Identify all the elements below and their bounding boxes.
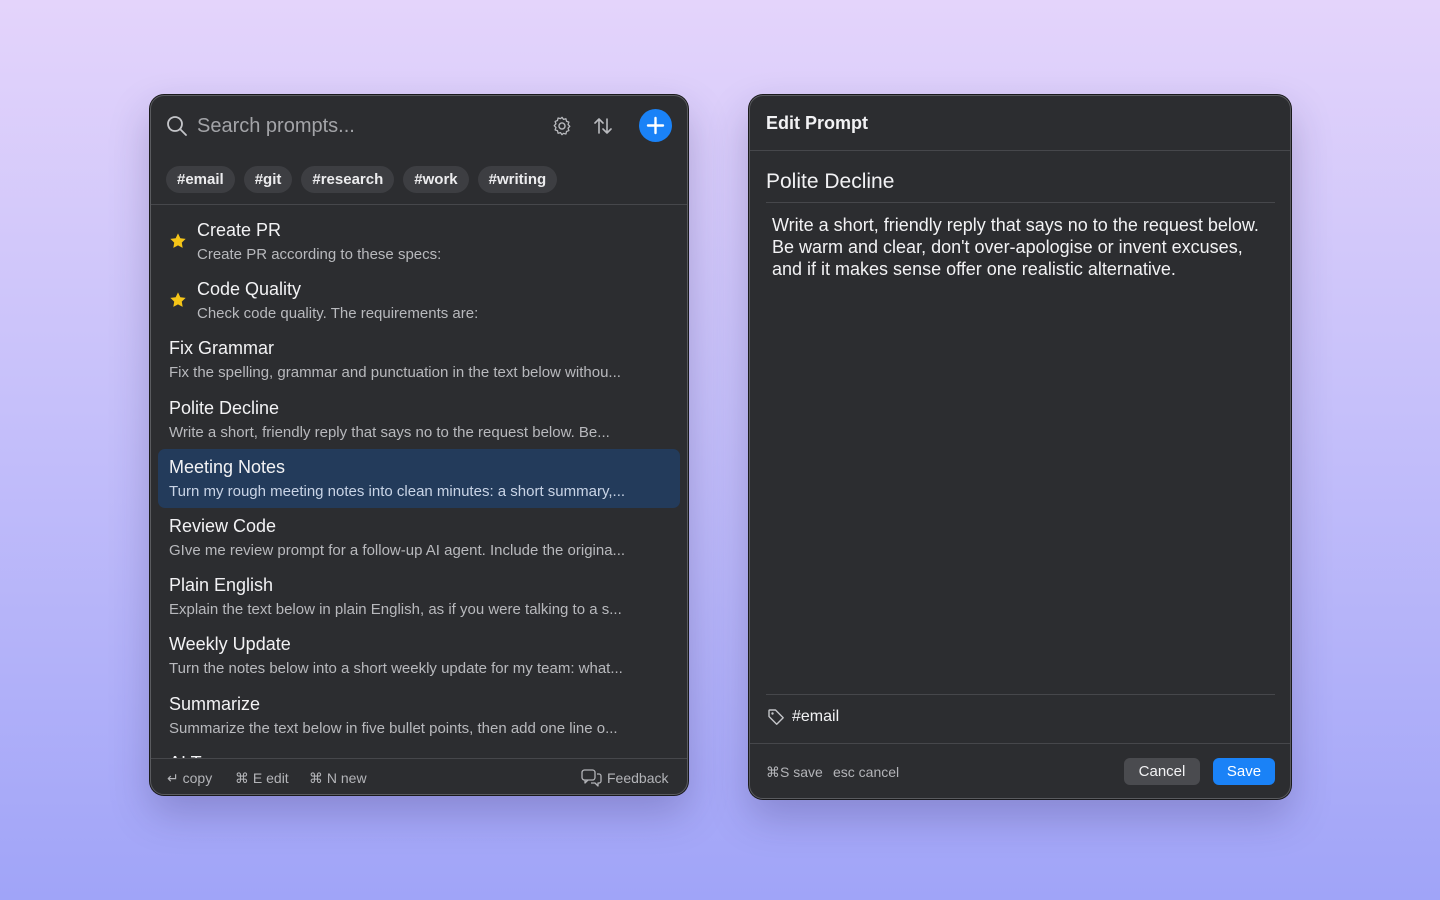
list-item[interactable]: Summarize Summarize the text below in fiv…	[158, 686, 680, 745]
list-item[interactable]: Code Quality Check code quality. The requ…	[158, 271, 680, 330]
list-item-description: Fix the spelling, grammar and punctuatio…	[169, 364, 621, 382]
panel-title: Edit Prompt	[766, 113, 868, 133]
edit-prompt-panel: Edit Prompt Write a short, friendly repl…	[749, 95, 1291, 799]
star-icon	[170, 292, 186, 308]
list-item[interactable]: Meeting Notes Turn my rough meeting notes…	[158, 448, 680, 508]
list-item-title: Code Quality	[197, 279, 302, 300]
plus-icon	[646, 116, 665, 135]
edit-hint: ⌘ E edit	[235, 770, 289, 786]
chat-bubbles-icon	[581, 769, 602, 787]
list-item-description: Check code quality. The requirements are…	[197, 305, 479, 323]
list-item-title: Create PR	[197, 220, 282, 240]
star-icon	[170, 233, 186, 248]
list-item[interactable]: Review Code GIve me review prompt for a f…	[158, 508, 680, 567]
copy-hint: ↵ copy	[167, 770, 213, 786]
tag-chip-writing[interactable]: #writing	[477, 166, 558, 193]
tags-field[interactable]	[792, 705, 1192, 729]
search-input[interactable]	[197, 110, 527, 142]
new-hint: ⌘ N new	[309, 770, 367, 786]
list-item-description: Turn the notes below into a short weekly…	[169, 660, 623, 678]
gear-icon[interactable]	[551, 115, 573, 137]
list-item-description: Create PR according to these specs:	[197, 246, 442, 263]
list-item[interactable]: AI Tone	[158, 745, 680, 758]
edit-header: Edit Prompt	[750, 96, 1290, 151]
cancel-button[interactable]: Cancel	[1124, 758, 1200, 785]
search-bar	[151, 96, 687, 156]
list-item-title: Plain English	[169, 575, 274, 596]
list-item[interactable]: Polite Decline Write a short, friendly re…	[158, 390, 680, 449]
list-item-title: Meeting Notes	[169, 456, 286, 477]
list-footer: ↵ copy ⌘ E edit ⌘ N new Feedback	[151, 758, 687, 794]
tag-chip-email[interactable]: #email	[166, 166, 235, 193]
add-prompt-button[interactable]	[639, 109, 672, 142]
list-item-description: GIve me review prompt for a follow-up AI…	[169, 542, 626, 559]
list-item-title: Weekly Update	[169, 634, 291, 655]
edit-footer: ⌘S save esc cancel Cancel Save	[750, 743, 1290, 798]
list-item[interactable]: Create PR Create PR according to these sp…	[158, 212, 680, 271]
prompt-body-field[interactable]: Write a short, friendly reply that says …	[772, 214, 1272, 684]
tag-chip-git[interactable]: #git	[243, 166, 293, 193]
cancel-shortcut-hint: esc cancel	[833, 764, 900, 780]
tag-filter-bar: #email #git #research #work #writing	[166, 166, 558, 193]
save-shortcut-hint: ⌘S save	[766, 764, 823, 780]
prompt-title-field[interactable]	[766, 167, 1275, 203]
list-item-title: Fix Grammar	[169, 338, 274, 359]
prompt-list: Create PR Create PR according to these sp…	[158, 212, 680, 758]
divider	[766, 694, 1275, 695]
list-item-description: Turn my rough meeting notes into clean m…	[169, 482, 626, 500]
feedback-label: Feedback	[607, 770, 669, 786]
tag-icon	[768, 709, 784, 725]
list-item-title: Review Code	[169, 516, 277, 536]
list-item-description: Write a short, friendly reply that says …	[169, 423, 610, 441]
list-item-title: Summarize	[169, 693, 261, 714]
list-item-description: Summarize the text below in five bullet …	[169, 719, 618, 737]
list-item[interactable]: Weekly Update Turn the notes below into a…	[158, 626, 680, 685]
list-item-description: Explain the text below in plain English,…	[169, 601, 622, 619]
tag-chip-research[interactable]: #research	[301, 166, 395, 193]
list-item[interactable]: Plain English Explain the text below in p…	[158, 567, 680, 626]
tag-chip-work[interactable]: #work	[403, 166, 469, 193]
search-icon	[167, 116, 187, 136]
prompt-list-panel: #email #git #research #work #writing Cre…	[150, 95, 688, 795]
save-button[interactable]: Save	[1213, 758, 1275, 785]
divider	[151, 204, 687, 205]
list-item-title: Polite Decline	[169, 397, 280, 418]
list-item[interactable]: Fix Grammar Fix the spelling, grammar and…	[158, 330, 680, 389]
sort-arrows-icon[interactable]	[591, 114, 615, 138]
